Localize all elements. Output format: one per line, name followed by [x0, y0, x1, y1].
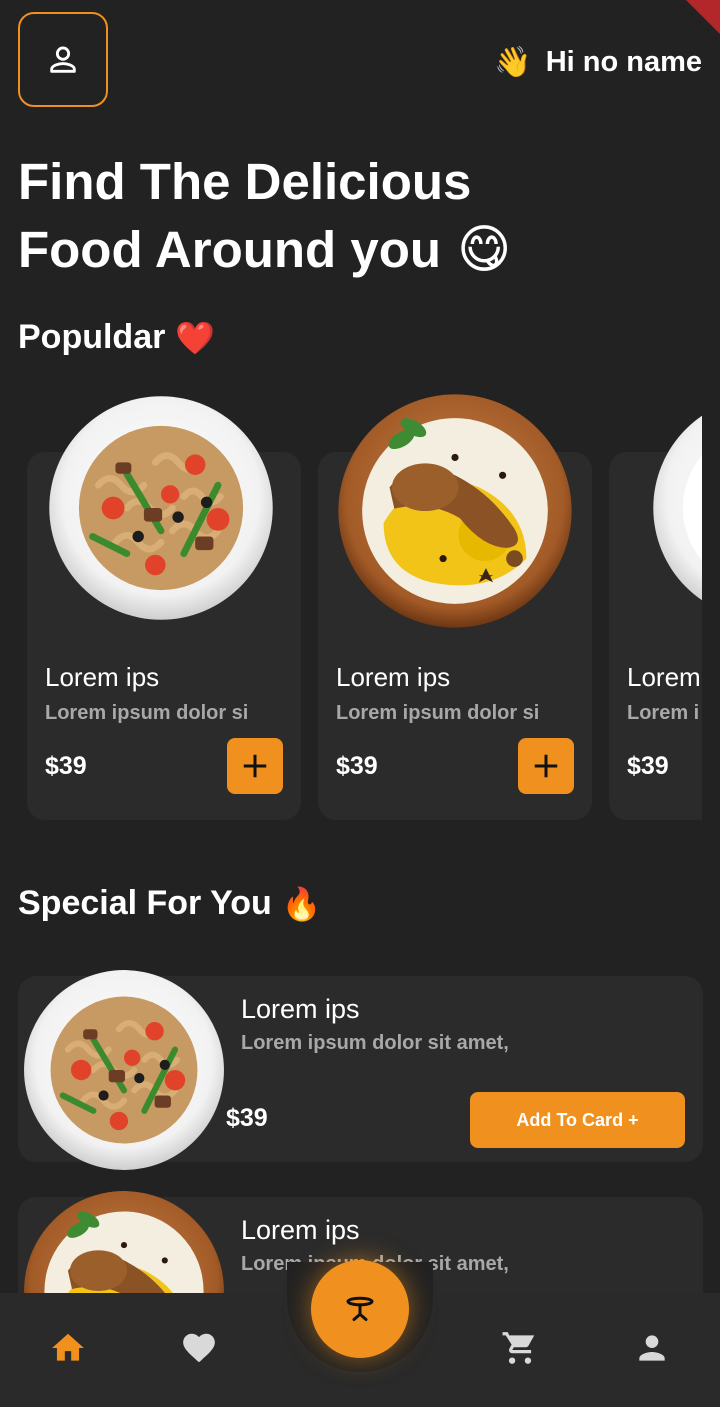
add-button[interactable]: [518, 738, 574, 794]
yum-emoji-icon: 😋: [457, 221, 512, 279]
table-icon: [346, 1296, 374, 1321]
add-to-cart-button[interactable]: Add To Card +: [470, 1092, 685, 1148]
popular-item-desc: Lorem ipsum dolor si: [336, 702, 540, 724]
pasta-image: [24, 970, 224, 1170]
popular-item-name: Lorem ips: [336, 662, 451, 692]
page-title: Find The Delicious Food Around you 😋: [18, 148, 511, 284]
profile-button[interactable]: [18, 12, 108, 107]
popular-item-name: Lorem: [627, 662, 701, 692]
popular-carousel[interactable]: Lorem ips Lorem ipsum dolor si $39 Lorem…: [0, 390, 702, 830]
fire-emoji-icon: 🔥: [281, 885, 322, 922]
special-item-name: Lorem ips: [241, 1215, 360, 1245]
popular-item-name: Lorem ips: [45, 662, 160, 692]
heart-icon: [183, 1333, 215, 1363]
greeting-text: Hi no name: [545, 45, 702, 78]
popular-title-text: Populdar: [18, 318, 166, 356]
cart-icon: [502, 1332, 535, 1364]
plus-icon: [534, 754, 558, 778]
special-section-title: Special For You 🔥: [18, 884, 322, 923]
plus-icon: [243, 754, 267, 778]
nav-favorites[interactable]: [179, 1328, 219, 1368]
greeting: 👋 Hi no name: [494, 40, 702, 84]
wave-emoji-icon: 👋: [494, 45, 532, 79]
popular-item-price: $39: [336, 752, 378, 780]
popular-card[interactable]: Lorem ips Lorem ipsum dolor si $39: [318, 394, 592, 820]
special-card[interactable]: Lorem ips Lorem ipsum dolor sit amet, $3…: [18, 970, 703, 1170]
person-icon: [639, 1335, 665, 1361]
debug-banner: [686, 0, 720, 34]
nav-home[interactable]: [48, 1328, 88, 1368]
person-outline-icon: [50, 46, 76, 73]
popular-card[interactable]: Lorem Lorem i $39: [609, 415, 702, 820]
nav-profile[interactable]: [632, 1328, 672, 1368]
special-title-text: Special For You: [18, 884, 272, 922]
salad-image: [653, 415, 702, 601]
pasta-image: [49, 396, 273, 620]
nav-cart[interactable]: [500, 1328, 540, 1368]
special-item-name: Lorem ips: [241, 994, 360, 1024]
center-table-button[interactable]: [311, 1260, 409, 1358]
popular-item-desc: Lorem ipsum dolor si: [45, 702, 249, 724]
popular-section-title: Populdar ❤️: [18, 318, 215, 357]
biryani-image: [338, 394, 572, 628]
heart-emoji-icon: ❤️: [175, 319, 216, 356]
home-icon: [52, 1333, 84, 1361]
popular-item-price: $39: [627, 752, 669, 780]
special-item-desc: Lorem ipsum dolor sit amet,: [241, 1032, 509, 1054]
add-button[interactable]: [227, 738, 283, 794]
title-line-2: Food Around you: [18, 221, 442, 278]
title-line-1: Find The Delicious: [18, 153, 472, 210]
popular-item-price: $39: [45, 752, 87, 780]
popular-item-desc: Lorem i: [627, 702, 700, 724]
popular-card[interactable]: Lorem ips Lorem ipsum dolor si $39: [27, 396, 301, 820]
special-item-price: $39: [226, 1104, 268, 1132]
